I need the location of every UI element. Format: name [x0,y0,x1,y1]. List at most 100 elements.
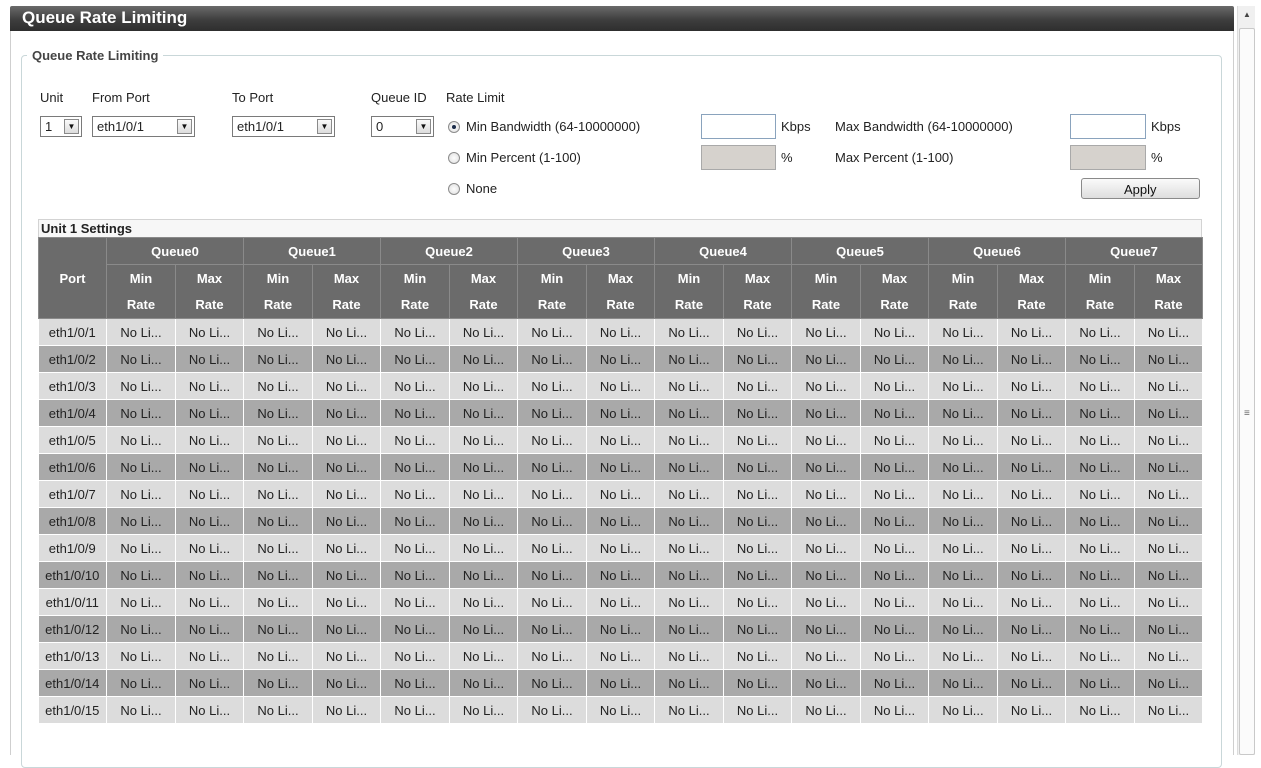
table-row: eth1/0/5 No Li... No Li... No Li... No Li...… [38,426,1203,454]
min-rate-cell: No Li... [791,588,861,616]
min-percent-input[interactable] [701,145,776,170]
max-rate-cell: No Li... [586,642,655,670]
max-header: Max [175,264,244,292]
port-cell: eth1/0/4 [38,399,107,427]
apply-button[interactable]: Apply [1081,178,1200,199]
min-rate-cell: No Li... [928,588,998,616]
min-rate-cell: No Li... [106,696,176,724]
max-rate-cell: No Li... [586,669,655,697]
queue-column-header: Queue5 [791,237,929,265]
to-port-select[interactable]: eth1/0/1 ▼ [232,116,335,137]
max-rate-cell: No Li... [175,318,244,346]
min-rate-cell: No Li... [380,345,450,373]
rate-header: Rate [997,291,1066,319]
rate-header: Rate [380,291,450,319]
max-rate-cell: No Li... [860,615,929,643]
max-percent-input[interactable] [1070,145,1146,170]
min-rate-cell: No Li... [791,426,861,454]
min-rate-cell: No Li... [106,507,176,535]
min-rate-cell: No Li... [243,696,313,724]
none-radio[interactable] [448,183,460,195]
table-row: eth1/0/11 No Li... No Li... No Li... No Li..… [38,588,1203,616]
min-rate-cell: No Li... [654,615,724,643]
min-rate-cell: No Li... [380,642,450,670]
max-rate-cell: No Li... [449,372,518,400]
max-rate-cell: No Li... [1134,372,1203,400]
max-header: Max [997,264,1066,292]
min-rate-cell: No Li... [380,534,450,562]
rate-header: Rate [586,291,655,319]
from-port-select[interactable]: eth1/0/1 ▼ [92,116,195,137]
max-rate-cell: No Li... [175,669,244,697]
min-rate-cell: No Li... [380,588,450,616]
port-cell: eth1/0/15 [38,696,107,724]
scroll-thumb[interactable]: ≡ [1239,28,1255,755]
max-rate-cell: No Li... [312,399,381,427]
max-rate-cell: No Li... [860,453,929,481]
max-rate-cell: No Li... [449,399,518,427]
min-percent-radio[interactable] [448,152,460,164]
max-rate-cell: No Li... [997,588,1066,616]
min-rate-cell: No Li... [928,507,998,535]
unit-label: Unit [40,90,64,105]
max-rate-cell: No Li... [1134,480,1203,508]
unit-select[interactable]: 1 ▼ [40,116,82,137]
chevron-down-icon: ▼ [317,119,332,134]
max-rate-cell: No Li... [175,642,244,670]
max-rate-cell: No Li... [723,372,792,400]
max-rate-cell: No Li... [586,561,655,589]
max-rate-cell: No Li... [860,318,929,346]
min-rate-cell: No Li... [243,453,313,481]
min-rate-cell: No Li... [243,318,313,346]
max-rate-cell: No Li... [175,426,244,454]
max-rate-cell: No Li... [1134,399,1203,427]
max-rate-cell: No Li... [997,696,1066,724]
max-rate-cell: No Li... [312,480,381,508]
none-label: None [466,181,498,196]
min-rate-cell: No Li... [106,534,176,562]
min-rate-cell: No Li... [380,669,450,697]
rate-header: Rate [723,291,792,319]
min-rate-cell: No Li... [517,399,587,427]
max-rate-cell: No Li... [312,561,381,589]
max-rate-cell: No Li... [997,561,1066,589]
min-percent-label: Min Percent (1-100) [466,150,581,165]
min-rate-cell: No Li... [517,669,587,697]
max-rate-cell: No Li... [449,345,518,373]
max-rate-cell: No Li... [860,588,929,616]
min-rate-cell: No Li... [791,453,861,481]
min-rate-cell: No Li... [928,480,998,508]
max-header: Max [312,264,381,292]
min-rate-cell: No Li... [928,318,998,346]
max-rate-cell: No Li... [723,696,792,724]
min-header: Min [517,264,587,292]
min-rate-cell: No Li... [928,669,998,697]
min-rate-cell: No Li... [517,534,587,562]
min-rate-cell: No Li... [517,345,587,373]
max-rate-cell: No Li... [1134,561,1203,589]
min-rate-cell: No Li... [243,588,313,616]
max-rate-cell: No Li... [175,534,244,562]
min-bandwidth-radio[interactable] [448,121,460,133]
min-rate-cell: No Li... [654,453,724,481]
min-rate-cell: No Li... [106,561,176,589]
min-rate-cell: No Li... [791,642,861,670]
max-rate-cell: No Li... [860,480,929,508]
min-bandwidth-input[interactable] [701,114,776,139]
min-rate-cell: No Li... [1065,426,1135,454]
rate-header: Rate [654,291,724,319]
max-bandwidth-input[interactable] [1070,114,1146,139]
min-rate-cell: No Li... [517,372,587,400]
vertical-scrollbar[interactable]: ▲ ≡ [1237,6,1255,755]
scroll-up-arrow-icon[interactable]: ▲ [1239,7,1255,23]
min-rate-cell: No Li... [243,399,313,427]
min-rate-cell: No Li... [380,561,450,589]
queue-id-select[interactable]: 0 ▼ [371,116,434,137]
min-rate-cell: No Li... [928,399,998,427]
max-rate-cell: No Li... [175,561,244,589]
min-rate-cell: No Li... [380,426,450,454]
min-rate-cell: No Li... [654,372,724,400]
min-rate-cell: No Li... [1065,642,1135,670]
max-bandwidth-unit: Kbps [1151,119,1181,134]
min-rate-cell: No Li... [517,588,587,616]
